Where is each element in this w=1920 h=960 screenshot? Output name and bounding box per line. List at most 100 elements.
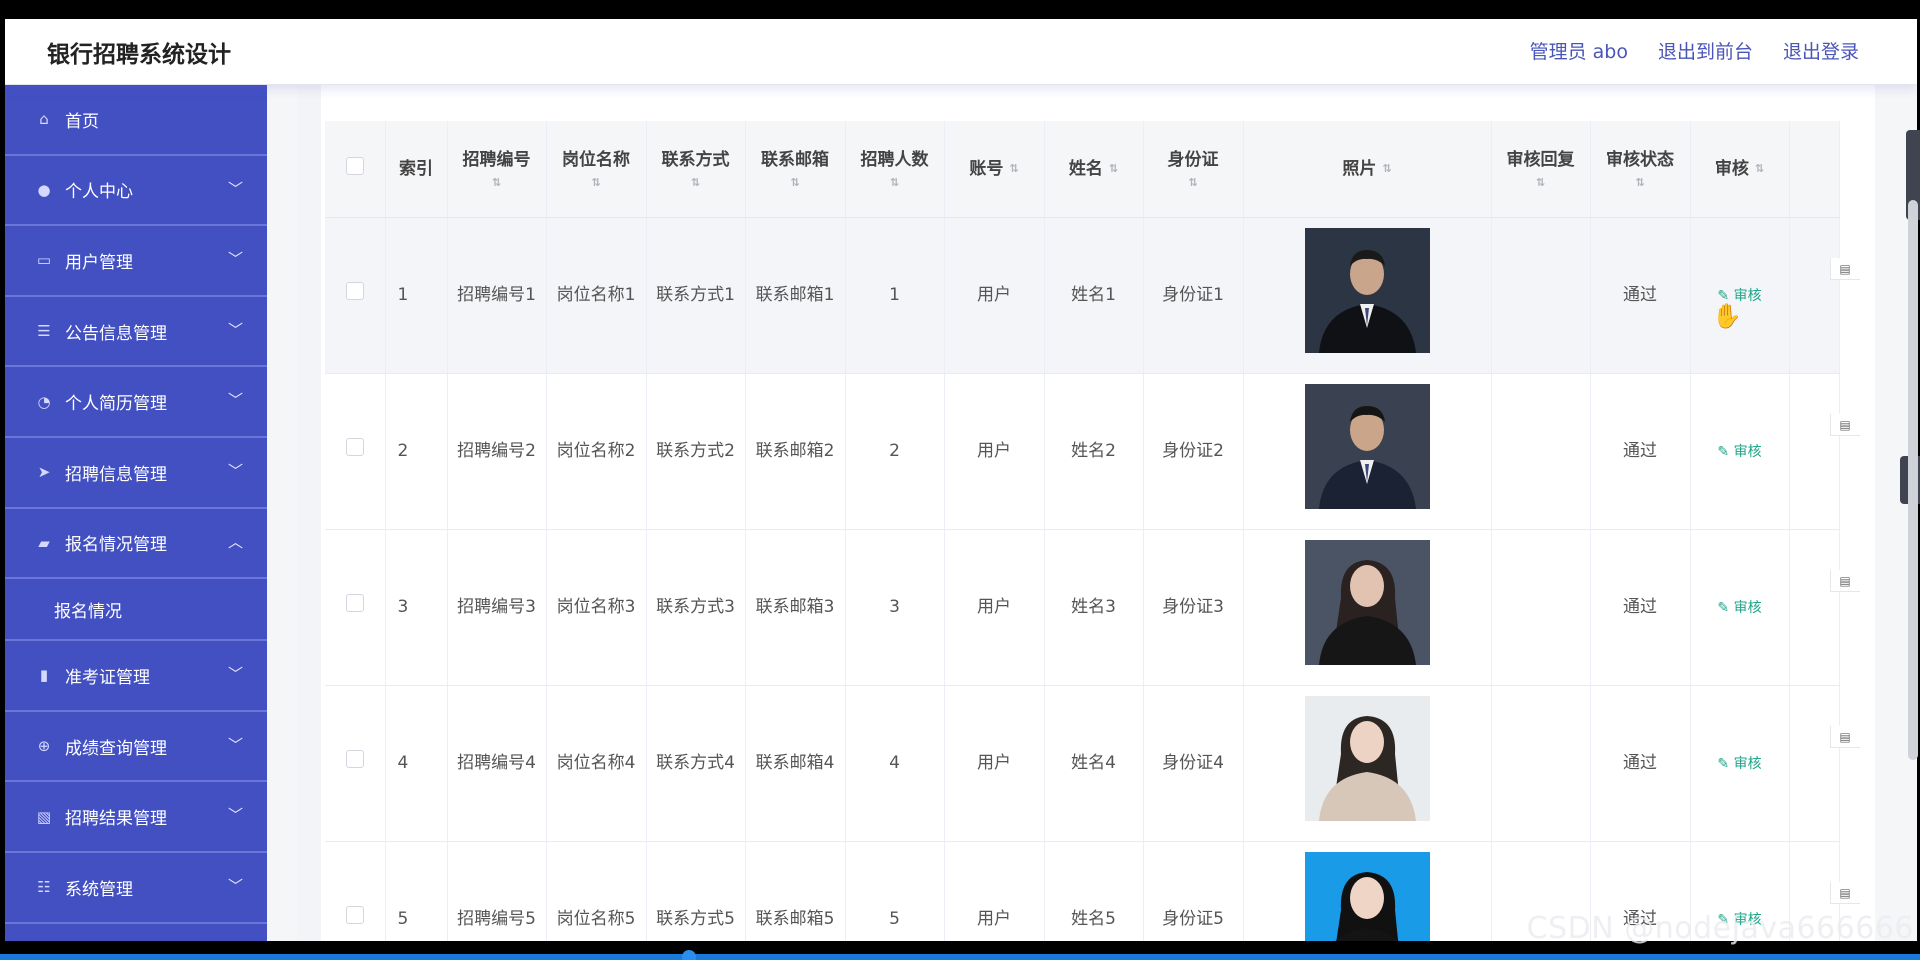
column-header-8[interactable]: 身份证 ⇅ xyxy=(1143,121,1244,218)
left-gutter xyxy=(297,85,321,941)
cell-status: 通过 xyxy=(1590,217,1691,374)
cell-extra-actions: ▤ xyxy=(1789,685,1860,842)
row-checkbox[interactable] xyxy=(345,282,364,300)
cell-index: 5 xyxy=(385,841,448,941)
chevron-down-icon: ﹀ xyxy=(227,250,243,269)
table-row[interactable]: 1 招聘编号1 岗位名称1 联系方式1 联系邮箱1 1 用户 姓名1 身份证1 通过 ✎ 审核 ▤ xyxy=(325,217,1860,374)
column-header-5[interactable]: 招聘人数 ⇅ xyxy=(845,121,945,218)
top-header: 银行招聘系统设计 管理员 abo 退出到前台 退出登录 xyxy=(5,19,1917,85)
column-header-label: 身份证 xyxy=(1167,150,1219,171)
detail-icon[interactable]: ▤ xyxy=(1829,413,1860,436)
cell-account: 用户 xyxy=(944,529,1045,686)
progress-handle[interactable] xyxy=(682,950,696,960)
sidebar-item-5[interactable]: ➤ 招聘信息管理 ﹀ xyxy=(5,438,267,509)
sidebar-subitem[interactable]: 报名情况 xyxy=(5,579,267,642)
sidebar-item-3[interactable]: ☰ 公告信息管理 ﹀ xyxy=(5,297,267,368)
cell-count: 4 xyxy=(845,685,945,842)
sidebar-item-9[interactable]: ▧ 招聘结果管理 ﹀ xyxy=(5,782,267,853)
detail-icon[interactable]: ▤ xyxy=(1829,569,1860,592)
detail-icon[interactable]: ▤ xyxy=(1829,725,1860,748)
table-row[interactable]: 3 招聘编号3 岗位名称3 联系方式3 联系邮箱3 3 用户 姓名3 身份证3 通过 ✎ 审核 ▤ xyxy=(325,529,1860,686)
column-header-12[interactable]: 审核 ⇅ xyxy=(1690,121,1790,218)
column-header-9[interactable]: 照片 ⇅ xyxy=(1243,121,1492,218)
cell-count: 5 xyxy=(845,841,945,941)
column-header-10[interactable]: 审核回复 ⇅ xyxy=(1491,121,1591,218)
detail-icon[interactable]: ▤ xyxy=(1829,881,1860,904)
audit-button[interactable]: ✎ 审核 xyxy=(1717,756,1761,772)
cell-name: 姓名5 xyxy=(1044,841,1144,941)
row-checkbox[interactable] xyxy=(345,750,364,768)
select-all-checkbox[interactable] xyxy=(345,156,364,175)
sort-icon[interactable]: ⇅ xyxy=(551,177,642,188)
column-header-3[interactable]: 联系方式 ⇅ xyxy=(646,121,746,218)
sort-icon[interactable]: ⇅ xyxy=(1755,163,1764,174)
sidebar-item-1[interactable]: ● 个人中心 ﹀ xyxy=(5,156,267,227)
sidebar-item-10[interactable]: ☷ 系统管理 ﹀ xyxy=(5,853,267,924)
column-header-1[interactable]: 招聘编号 ⇅ xyxy=(447,121,547,218)
cell-count: 2 xyxy=(845,373,945,530)
sidebar-item-0[interactable]: ⌂ 首页 xyxy=(5,85,267,156)
column-header-4[interactable]: 联系邮箱 ⇅ xyxy=(745,121,846,218)
audit-button[interactable]: ✎ 审核 xyxy=(1717,444,1761,460)
sidebar-item-4[interactable]: ◔ 个人简历管理 ﹀ xyxy=(5,367,267,438)
cell-count: 1 xyxy=(845,217,945,374)
row-checkbox[interactable] xyxy=(345,594,364,612)
sort-icon[interactable]: ⇅ xyxy=(850,177,940,188)
sidebar-item-6[interactable]: ▰ 报名情况管理 ︿ xyxy=(5,509,267,580)
sidebar-item-8[interactable]: ⊕ 成绩查询管理 ﹀ xyxy=(5,712,267,783)
column-header-0[interactable]: 索引 xyxy=(385,121,448,218)
detail-icon[interactable]: ▤ xyxy=(1829,257,1860,280)
chat-icon: ▭ xyxy=(36,251,52,270)
briefcase-icon: ▰ xyxy=(38,533,50,552)
cell-status: 通过 xyxy=(1590,685,1691,842)
sidebar-item-2[interactable]: ▭ 用户管理 ﹀ xyxy=(5,226,267,297)
bar-chart-icon: ▮ xyxy=(39,666,49,685)
sidebar-item-label: 首页 xyxy=(65,111,99,132)
header-links: 管理员 abo 退出到前台 退出登录 xyxy=(1530,37,1859,64)
cell-idcard: 身份证4 xyxy=(1143,685,1244,842)
applicant-photo xyxy=(1304,696,1430,821)
edit-icon: ✎ xyxy=(1717,443,1734,460)
applicant-photo xyxy=(1304,852,1430,941)
cell-contact: 联系方式4 xyxy=(646,685,746,842)
cell-email: 联系邮箱2 xyxy=(745,373,846,530)
chevron-up-icon: ︿ xyxy=(227,532,243,551)
audit-button[interactable]: ✎ 审核 xyxy=(1717,600,1761,616)
sidebar-item-7[interactable]: ▮ 准考证管理 ﹀ xyxy=(5,641,267,712)
cell-account: 用户 xyxy=(944,685,1045,842)
sort-icon[interactable]: ⇅ xyxy=(651,177,741,188)
row-checkbox[interactable] xyxy=(345,438,364,456)
column-header-6[interactable]: 账号 ⇅ xyxy=(944,121,1045,218)
cell-photo xyxy=(1243,841,1492,941)
sort-icon[interactable]: ⇅ xyxy=(1496,177,1586,188)
column-header-7[interactable]: 姓名 ⇅ xyxy=(1044,121,1144,218)
cell-account: 用户 xyxy=(944,217,1045,374)
sort-icon[interactable]: ⇅ xyxy=(1148,177,1239,188)
cell-account: 用户 xyxy=(944,841,1045,941)
cell-code: 招聘编号1 xyxy=(447,217,547,374)
column-header-11[interactable]: 审核状态 ⇅ xyxy=(1590,121,1691,218)
column-header-2[interactable]: 岗位名称 ⇅ xyxy=(546,121,647,218)
logout-link[interactable]: 退出登录 xyxy=(1783,37,1859,64)
sort-icon[interactable]: ⇅ xyxy=(452,177,542,188)
chevron-down-icon: ﹀ xyxy=(227,876,243,895)
sort-icon[interactable]: ⇅ xyxy=(750,177,841,188)
cell-photo xyxy=(1243,373,1492,530)
table-row[interactable]: 2 招聘编号2 岗位名称2 联系方式2 联系邮箱2 2 用户 姓名2 身份证2 通过 ✎ 审核 ▤ xyxy=(325,373,1860,530)
sort-icon[interactable]: ⇅ xyxy=(1382,163,1391,174)
cell-status: 通过 xyxy=(1590,529,1691,686)
cell-code: 招聘编号2 xyxy=(447,373,547,530)
send-icon: ➤ xyxy=(37,463,51,482)
sort-icon[interactable]: ⇅ xyxy=(1109,163,1118,174)
sort-icon[interactable]: ⇅ xyxy=(1595,177,1686,188)
row-checkbox[interactable] xyxy=(345,906,364,924)
sort-icon[interactable]: ⇅ xyxy=(1009,163,1018,174)
vertical-scrollbar[interactable] xyxy=(1908,200,1918,760)
exit-to-front-link[interactable]: 退出到前台 xyxy=(1658,37,1753,64)
cell-reply xyxy=(1491,373,1591,530)
list-icon: ☰ xyxy=(37,322,51,341)
cell-index: 3 xyxy=(385,529,448,686)
table-row[interactable]: 4 招聘编号4 岗位名称4 联系方式4 联系邮箱4 4 用户 姓名4 身份证4 通过 ✎ 审核 ▤ xyxy=(325,685,1860,842)
column-header-label: 索引 xyxy=(399,158,433,179)
cell-audit: ✎ 审核 xyxy=(1690,373,1790,530)
